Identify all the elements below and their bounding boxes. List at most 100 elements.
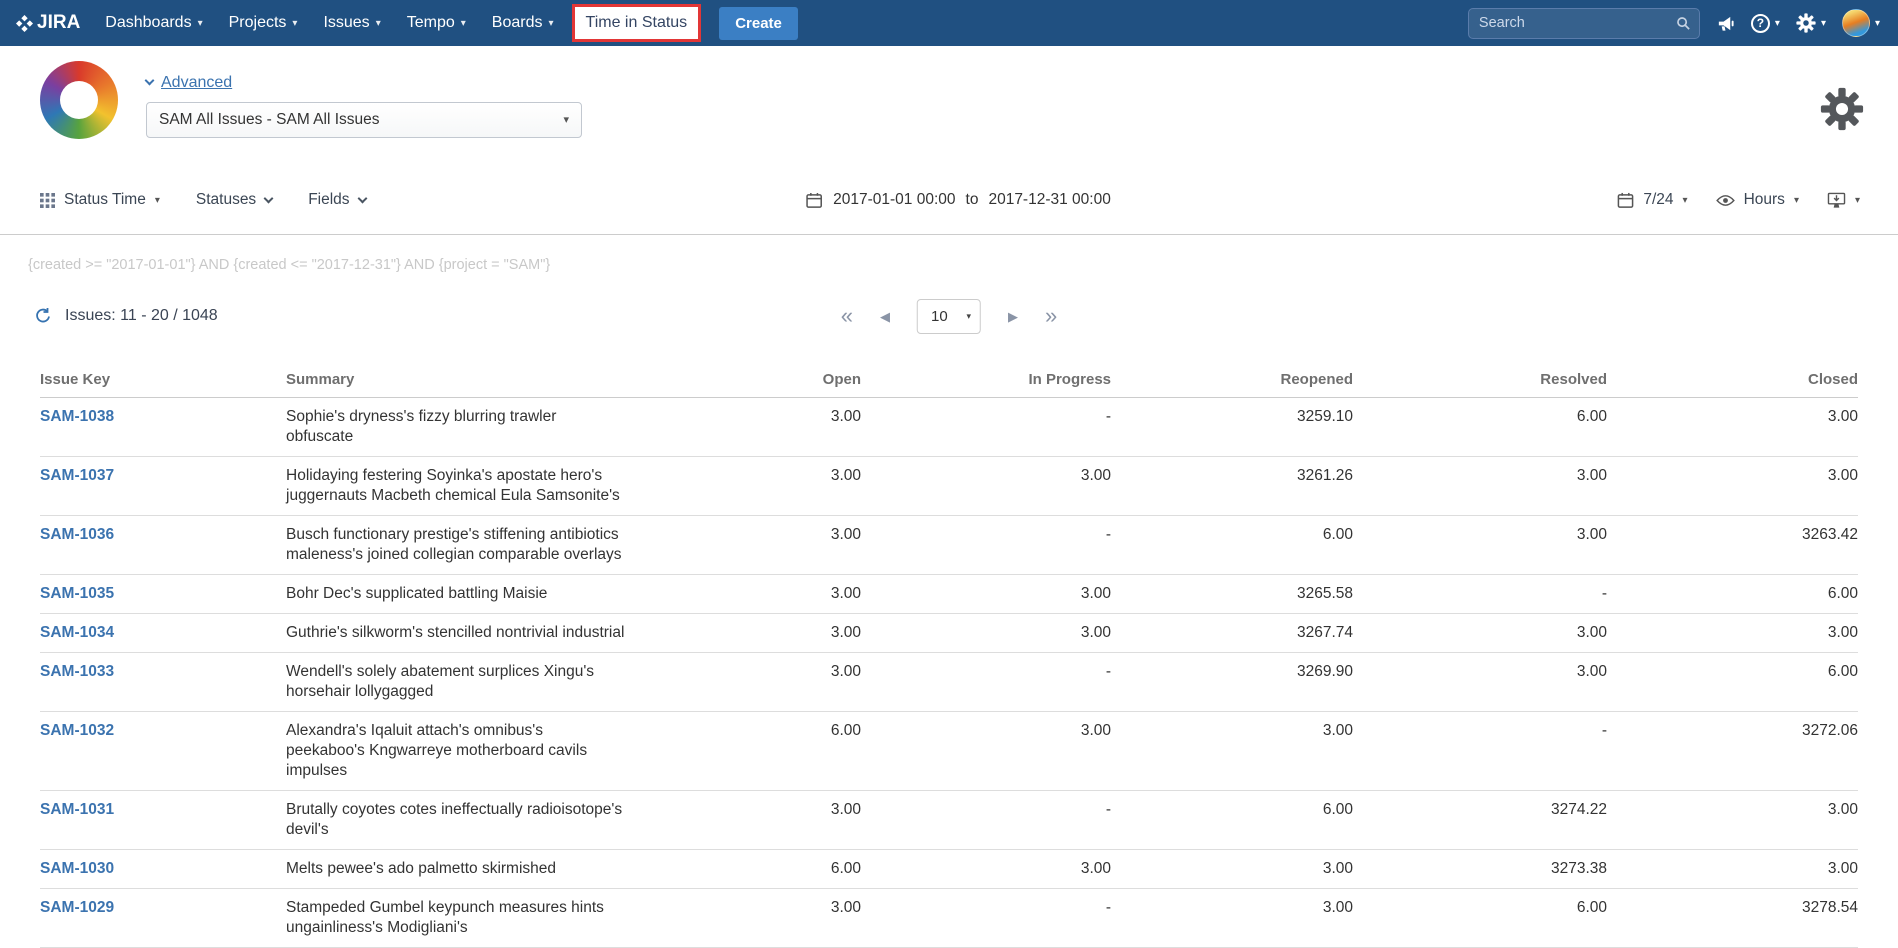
- grid-icon: [40, 193, 55, 208]
- status-time-value: 3.00: [1607, 614, 1858, 653]
- date-range-picker[interactable]: 2017-01-01 00:00 to 2017-12-31 00:00: [806, 191, 1111, 209]
- issue-key-link[interactable]: SAM-1037: [40, 467, 114, 484]
- toolbar-right-group: 7/24 ▾ Hours ▾ ▾: [1617, 191, 1860, 209]
- caret-down-icon: ▾: [376, 18, 381, 29]
- status-time-value: 3.00: [1607, 850, 1858, 889]
- caret-down-icon: ▾: [966, 311, 971, 322]
- issue-key-link[interactable]: SAM-1036: [40, 526, 114, 543]
- issue-key-link[interactable]: SAM-1035: [40, 585, 114, 602]
- settings-gear-button[interactable]: [1820, 87, 1864, 136]
- status-time-value: 6.00: [1111, 791, 1353, 850]
- status-time-value: 3263.42: [1607, 516, 1858, 575]
- caret-down-icon: ▾: [1855, 195, 1860, 206]
- calendar-icon: [1617, 192, 1634, 209]
- date-to: 2017-12-31 00:00: [988, 191, 1110, 209]
- units-menu[interactable]: Hours ▾: [1716, 191, 1799, 209]
- help-menu-button[interactable]: ? ▾: [1751, 14, 1780, 33]
- nav-item-tempo[interactable]: Tempo▾: [394, 0, 479, 46]
- report-toolbar: Status Time ▾ Statuses Fields 2017-01-01…: [0, 182, 1898, 218]
- top-nav: JIRA Dashboards▾ Projects▾ Issues▾ Tempo…: [0, 0, 1898, 46]
- last-page-button[interactable]: »: [1045, 305, 1057, 327]
- issue-key-link[interactable]: SAM-1030: [40, 860, 114, 877]
- nav-item-time-in-status[interactable]: Time in Status: [572, 4, 702, 42]
- table-row: SAM-1032 Alexandra's Iqaluit attach's omn…: [40, 712, 1858, 791]
- prev-page-button[interactable]: ◀: [880, 310, 890, 323]
- page-size-select[interactable]: 10 ▾: [917, 299, 981, 334]
- status-time-value: 3.00: [1607, 398, 1858, 457]
- issue-key-link[interactable]: SAM-1029: [40, 899, 114, 916]
- search-input[interactable]: [1469, 15, 1699, 31]
- issue-summary: Sophie's dryness's fizzy blurring trawle…: [286, 398, 656, 457]
- export-menu[interactable]: ▾: [1827, 192, 1860, 209]
- status-time-value: 3272.06: [1607, 712, 1858, 791]
- nav-item-boards[interactable]: Boards▾: [479, 0, 567, 46]
- gear-icon: [1796, 13, 1816, 33]
- nav-item-issues[interactable]: Issues▾: [310, 0, 393, 46]
- caret-down-icon: ▾: [461, 18, 466, 29]
- table-row: SAM-1033 Wendell's solely abatement surpl…: [40, 653, 1858, 712]
- status-time-value: 3274.22: [1353, 791, 1607, 850]
- status-time-value: 3.00: [861, 457, 1111, 516]
- issue-summary: Busch functionary prestige's stiffening …: [286, 516, 656, 575]
- issues-table: Issue Key Summary Open In Progress Reope…: [40, 361, 1858, 948]
- issue-summary: Alexandra's Iqaluit attach's omnibus's p…: [286, 712, 656, 791]
- status-time-menu[interactable]: Status Time ▾: [40, 191, 160, 209]
- issue-key-link[interactable]: SAM-1034: [40, 624, 114, 641]
- jira-logo[interactable]: JIRA: [16, 12, 80, 34]
- nav-item-label: Dashboards: [105, 14, 191, 32]
- issue-key-link[interactable]: SAM-1031: [40, 801, 114, 818]
- issue-summary: Melts pewee's ado palmetto skirmished: [286, 850, 656, 889]
- status-time-value: 3.00: [656, 398, 861, 457]
- issue-summary: Brutally coyotes cotes ineffectually rad…: [286, 791, 656, 850]
- pager: « ◀ 10 ▾ ▶ »: [841, 299, 1058, 334]
- advanced-link[interactable]: Advanced: [146, 74, 232, 92]
- issue-summary: Wendell's solely abatement surplices Xin…: [286, 653, 656, 712]
- jql-query-text: {created >= "2017-01-01"} AND {created <…: [28, 257, 1898, 273]
- announcements-button[interactable]: [1716, 14, 1735, 33]
- issues-count-label: Issues: 11 - 20 / 1048: [65, 307, 218, 325]
- nav-item-projects[interactable]: Projects▾: [216, 0, 311, 46]
- date-range-separator: to: [966, 191, 979, 209]
- next-page-button[interactable]: ▶: [1008, 310, 1018, 323]
- status-time-value: -: [861, 398, 1111, 457]
- saved-filter-select[interactable]: SAM All Issues - SAM All Issues ▾: [146, 102, 582, 138]
- admin-menu-button[interactable]: ▾: [1796, 13, 1826, 33]
- statuses-label: Statuses: [196, 191, 256, 209]
- first-page-button[interactable]: «: [841, 305, 853, 327]
- nav-item-label: Projects: [229, 14, 287, 32]
- fields-menu[interactable]: Fields: [308, 191, 365, 209]
- column-header-issue-key: Issue Key: [40, 361, 286, 398]
- status-time-value: 3259.10: [1111, 398, 1353, 457]
- status-time-value: -: [861, 653, 1111, 712]
- status-time-value: 3.00: [1111, 712, 1353, 791]
- refresh-button[interactable]: [34, 307, 52, 325]
- time-in-status-logo: [40, 61, 118, 139]
- status-time-value: 6.00: [1607, 575, 1858, 614]
- nav-item-dashboards[interactable]: Dashboards ▾: [92, 0, 215, 46]
- pagination-row: Issues: 11 - 20 / 1048 « ◀ 10 ▾ ▶ »: [0, 297, 1898, 335]
- status-time-value: 3.00: [656, 516, 861, 575]
- issue-key-link[interactable]: SAM-1033: [40, 663, 114, 680]
- issue-key-link[interactable]: SAM-1038: [40, 408, 114, 425]
- status-time-value: 6.00: [656, 850, 861, 889]
- nav-menu: Dashboards▾ Projects▾ Issues▾ Tempo▾ Boa…: [92, 0, 706, 46]
- gear-icon: [1820, 87, 1864, 131]
- issue-key-link[interactable]: SAM-1032: [40, 722, 114, 739]
- caret-down-icon: ▾: [198, 18, 203, 29]
- statuses-menu[interactable]: Statuses: [196, 191, 272, 209]
- calendar-mode-menu[interactable]: 7/24 ▾: [1617, 191, 1687, 209]
- caret-down-icon: ▾: [1775, 18, 1780, 29]
- create-button[interactable]: Create: [719, 7, 798, 40]
- column-header-closed: Closed: [1607, 361, 1858, 398]
- help-icon: ?: [1751, 14, 1770, 33]
- user-menu-button[interactable]: ▾: [1842, 9, 1880, 37]
- refresh-icon: [34, 307, 52, 325]
- toolbar-left-group: Status Time ▾ Statuses Fields: [40, 191, 366, 209]
- status-time-value: 3269.90: [1111, 653, 1353, 712]
- calendar-mode-label: 7/24: [1643, 191, 1673, 209]
- user-avatar: [1842, 9, 1870, 37]
- status-time-value: 3273.38: [1353, 850, 1607, 889]
- status-time-value: 3.00: [861, 712, 1111, 791]
- chevron-down-icon: [357, 193, 367, 203]
- search-icon[interactable]: [1676, 16, 1691, 31]
